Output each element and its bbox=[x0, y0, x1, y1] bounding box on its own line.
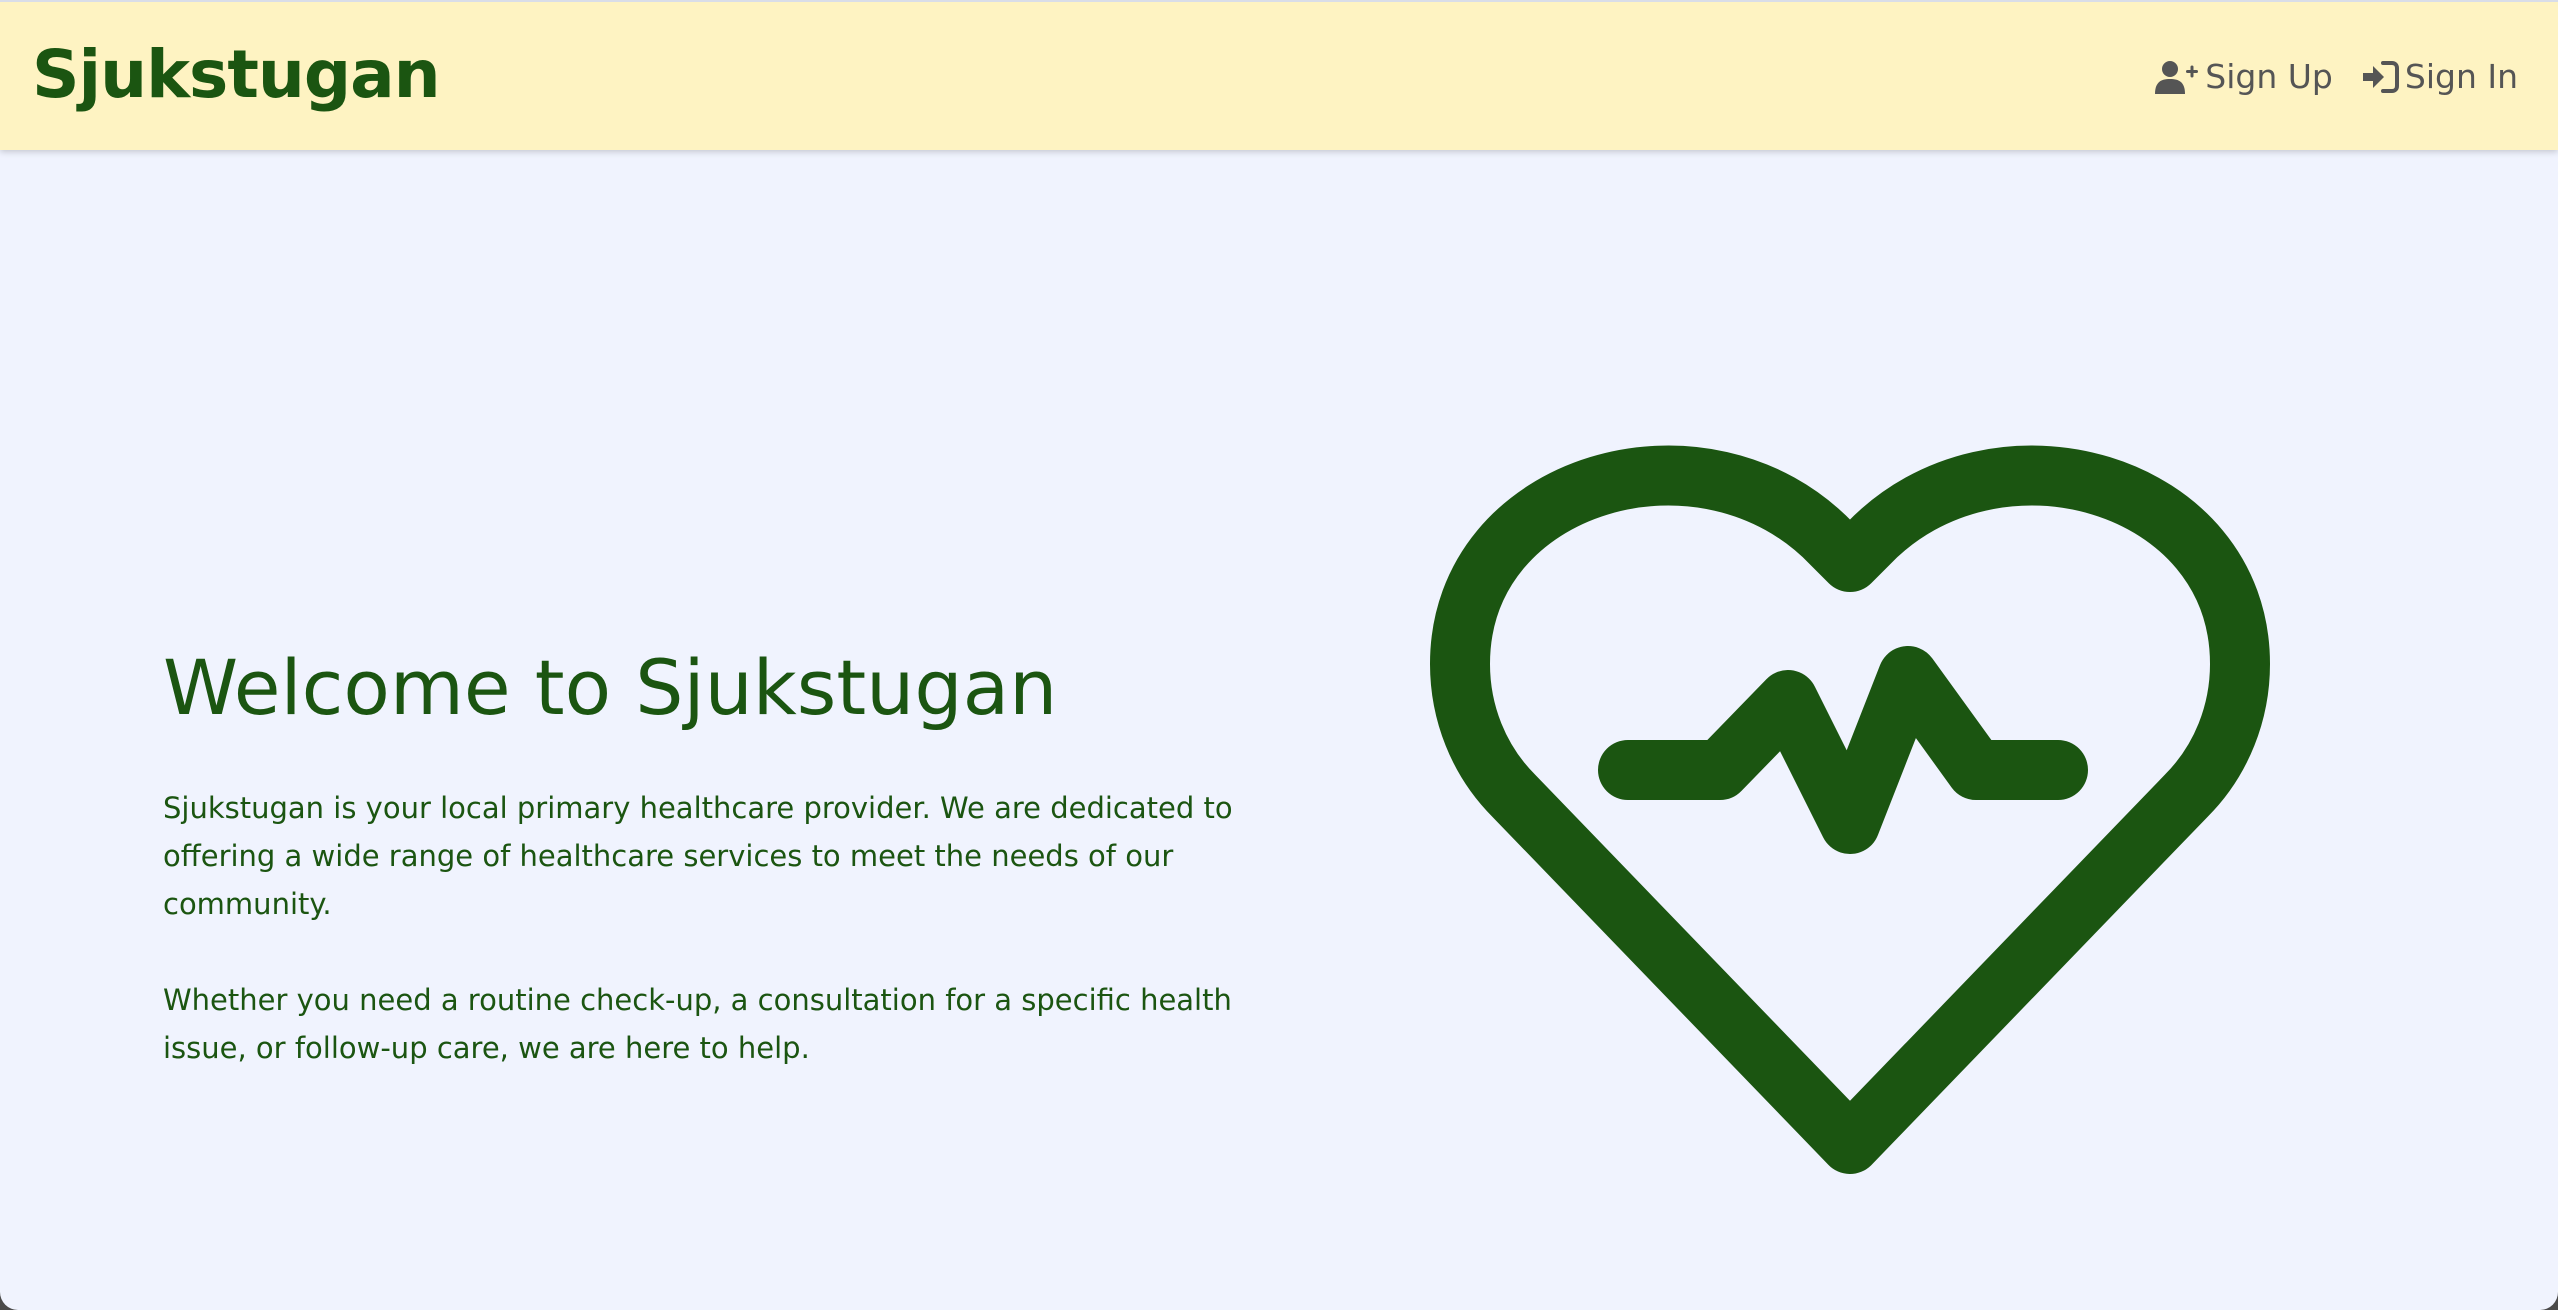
navbar: Sjukstugan Sign Up Sign In bbox=[0, 0, 2558, 150]
nav-links: Sign Up Sign In bbox=[2125, 52, 2518, 102]
signin-label: Sign In bbox=[2404, 57, 2518, 96]
hero-paragraph-intro: Sjukstugan is your local primary healthc… bbox=[163, 791, 1233, 921]
hero-title: Welcome to Sjukstugan bbox=[163, 643, 1058, 732]
brand-link[interactable]: Sjukstugan bbox=[32, 30, 441, 120]
heart-pulse-icon bbox=[1430, 445, 2270, 1174]
signup-label: Sign Up bbox=[2205, 57, 2333, 96]
hero-paragraph-help: Whether you need a routine check-up, a c… bbox=[163, 983, 1232, 1065]
sign-in-icon bbox=[2362, 61, 2399, 93]
signup-link[interactable]: Sign Up bbox=[2155, 52, 2333, 102]
signin-link[interactable]: Sign In bbox=[2362, 52, 2518, 102]
page: Sjukstugan Sign Up Sign In Welcome to Sj… bbox=[0, 0, 2558, 1310]
user-plus-icon bbox=[2155, 61, 2199, 94]
